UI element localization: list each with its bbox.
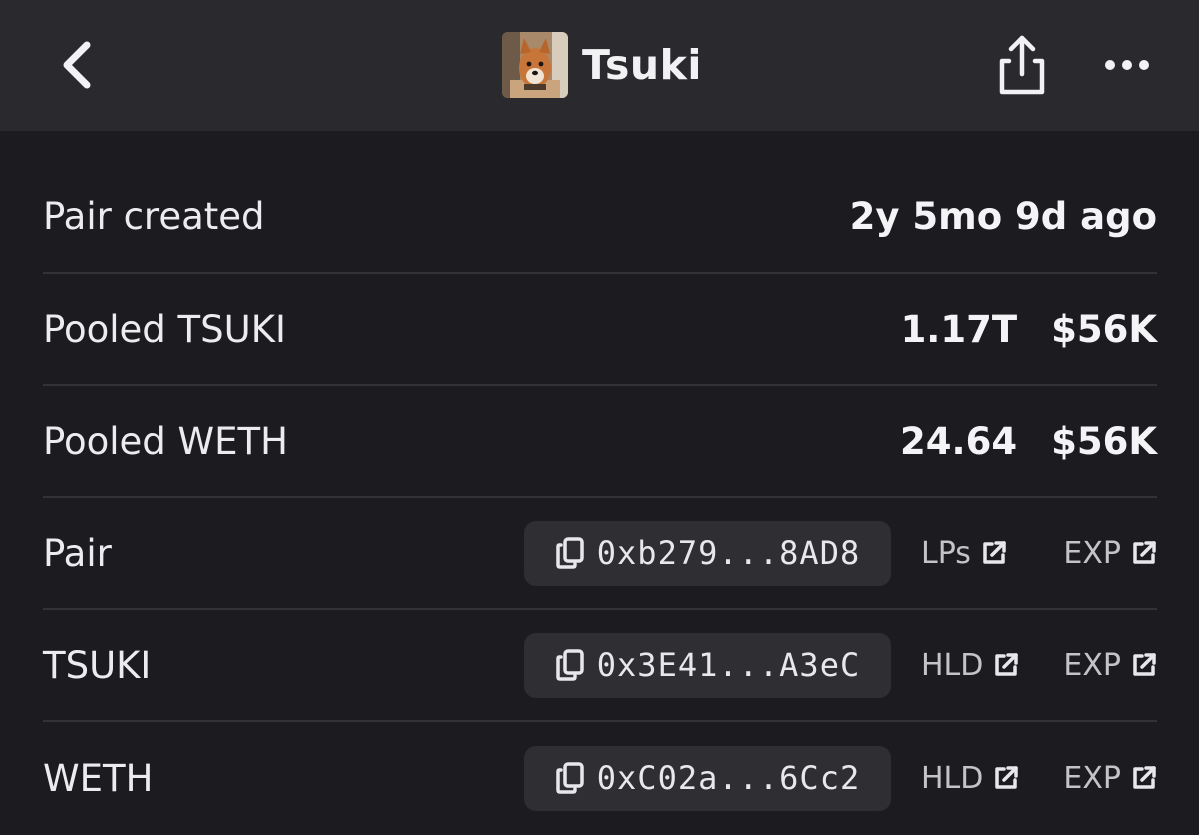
token-avatar: [502, 32, 568, 98]
tsuki-address-text: 0x3E41...A3eC: [596, 646, 861, 684]
tsuki-label: TSUKI: [43, 643, 152, 687]
pooled-weth-label: Pooled WETH: [43, 419, 288, 463]
pair-address-row: Pair 0xb279...8AD8 LPs EXP: [43, 498, 1157, 610]
weth-label: WETH: [43, 756, 154, 800]
pooled-tsuki-label: Pooled TSUKI: [43, 307, 286, 351]
share-icon: [999, 35, 1045, 95]
external-link-icon: [983, 541, 1006, 564]
pooled-weth-usd: $56K: [1051, 419, 1157, 463]
pair-info-list: Pair created 2y 5mo 9d ago Pooled TSUKI …: [43, 160, 1157, 834]
tsuki-address-row: TSUKI 0x3E41...A3eC HLD EXP: [43, 610, 1157, 722]
pooled-weth-row: Pooled WETH 24.64 $56K: [43, 386, 1157, 498]
external-link-icon: [995, 766, 1019, 789]
weth-holders-link[interactable]: HLD: [921, 761, 1021, 796]
pooled-tsuki-amount: 1.17T: [900, 307, 1018, 351]
tsuki-explorer-link[interactable]: EXP: [1057, 648, 1157, 683]
weth-address-copy-button[interactable]: 0xC02a...6Cc2: [524, 745, 891, 811]
pooled-tsuki-usd: $56K: [1051, 307, 1157, 351]
weth-hld-label: HLD: [921, 760, 984, 796]
more-options-button[interactable]: [1095, 42, 1159, 88]
weth-address-text: 0xC02a...6Cc2: [596, 759, 861, 797]
tsuki-holders-link[interactable]: HLD: [921, 648, 1021, 683]
pair-created-value: 2y 5mo 9d ago: [849, 194, 1157, 238]
token-title: Tsuki: [502, 32, 702, 98]
external-link-icon: [1133, 653, 1156, 676]
top-bar: Tsuki: [0, 0, 1199, 131]
weth-address-row: WETH 0xC02a...6Cc2 HLD EXP: [43, 722, 1157, 834]
tsuki-exp-label: EXP: [1063, 647, 1121, 683]
copy-icon: [556, 649, 584, 681]
copy-icon: [556, 537, 584, 569]
external-link-icon: [1133, 766, 1156, 789]
copy-icon: [556, 762, 584, 794]
pair-address-text: 0xb279...8AD8: [596, 534, 861, 572]
more-dots-icon: [1105, 60, 1149, 70]
weth-exp-label: EXP: [1063, 760, 1121, 796]
pooled-weth-amount: 24.64: [900, 419, 1018, 463]
pair-explorer-link[interactable]: EXP: [1057, 536, 1157, 571]
pair-created-label: Pair created: [43, 194, 265, 238]
token-name: Tsuki: [582, 41, 702, 89]
pair-created-row: Pair created 2y 5mo 9d ago: [43, 160, 1157, 274]
pair-label: Pair: [43, 531, 112, 575]
pair-exp-label: EXP: [1063, 535, 1121, 571]
weth-explorer-link[interactable]: EXP: [1057, 761, 1157, 796]
external-link-icon: [1133, 541, 1156, 564]
external-link-icon: [995, 653, 1019, 676]
chevron-left-icon: [63, 41, 91, 89]
pair-lps-link[interactable]: LPs: [921, 536, 1021, 571]
pair-lps-label: LPs: [921, 535, 971, 571]
back-button[interactable]: [50, 35, 102, 95]
pooled-tsuki-row: Pooled TSUKI 1.17T $56K: [43, 274, 1157, 386]
tsuki-address-copy-button[interactable]: 0x3E41...A3eC: [524, 632, 891, 698]
share-button[interactable]: [990, 30, 1054, 100]
pair-address-copy-button[interactable]: 0xb279...8AD8: [524, 520, 891, 586]
tsuki-hld-label: HLD: [921, 647, 984, 683]
